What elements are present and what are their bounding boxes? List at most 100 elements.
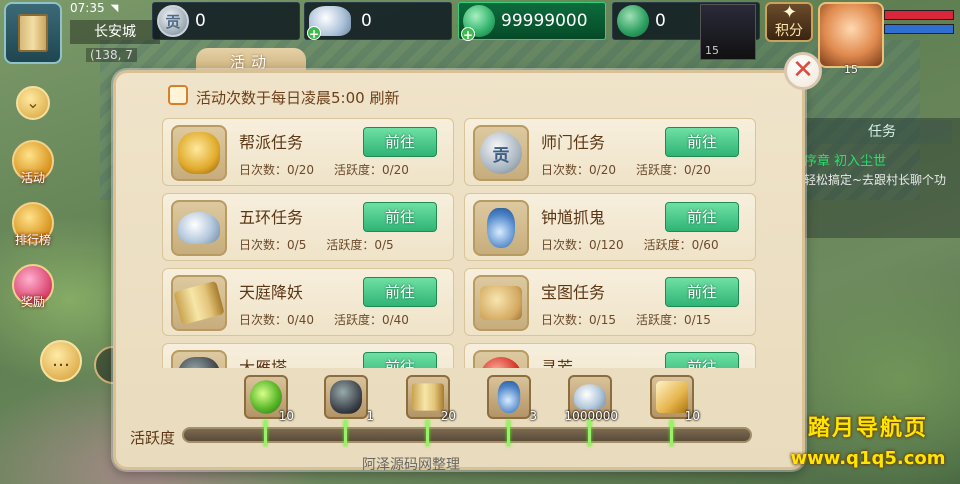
- silver-ingot-icon: [178, 212, 220, 244]
- vitality-tick: [670, 420, 673, 446]
- activity-menu-button[interactable]: 活动: [8, 132, 58, 185]
- reward-chest[interactable]: 20: [406, 375, 456, 423]
- vitality-count-label: 活跃度：: [326, 238, 375, 252]
- silver-value: 0: [361, 11, 372, 31]
- vitality-count-value: 0/20: [683, 163, 711, 177]
- locked-jade-icon: [617, 5, 649, 37]
- map-scroll-icon: [18, 14, 48, 52]
- vitality-count-value: 0/40: [381, 313, 409, 327]
- vitality-count-value: 0/20: [381, 163, 409, 177]
- vitality-count-value: 0/15: [683, 313, 711, 327]
- activity-name: 钟馗抓鬼: [541, 208, 606, 227]
- daily-count-label: 日次数：: [239, 163, 288, 177]
- quest-title[interactable]: 序章 初入尘世: [804, 150, 886, 169]
- go-button[interactable]: 前往: [363, 277, 437, 307]
- go-button[interactable]: 前往: [665, 352, 739, 368]
- hp-bar: [884, 10, 954, 20]
- world-map-button[interactable]: [4, 2, 62, 64]
- reward-chest[interactable]: 1: [324, 375, 374, 423]
- reward-count: 1: [366, 409, 374, 423]
- daily-count-value: 0/120: [589, 238, 624, 252]
- city-name: 长安城: [70, 20, 160, 44]
- vitality-label: 活跃度: [130, 429, 176, 447]
- jade-icon: +: [461, 5, 495, 42]
- watermark: 踏月导航页 www.q1q5.com: [776, 410, 960, 484]
- reward-count: 1000000: [564, 409, 618, 423]
- activity-icon-frame[interactable]: 贡: [473, 125, 529, 181]
- vitality-progress-bar: [182, 427, 752, 443]
- activity-icon-frame[interactable]: [473, 350, 529, 368]
- activity-icon-frame[interactable]: [473, 275, 529, 331]
- daily-count-value: 0/15: [589, 313, 616, 327]
- vitality-count: 活跃度：0/5: [326, 236, 393, 253]
- go-button[interactable]: 前往: [363, 202, 437, 232]
- reward-chest[interactable]: 10: [244, 375, 294, 423]
- vitality-count-label: 活跃度：: [643, 238, 692, 252]
- activity-icon-frame[interactable]: [171, 275, 227, 331]
- reward-count: 3: [529, 409, 537, 423]
- add-jade-icon[interactable]: +: [461, 27, 475, 42]
- daily-count-value: 0/40: [287, 313, 314, 327]
- trophy-icon: [656, 381, 688, 413]
- dark-armor-icon: [178, 357, 220, 368]
- activity-card: 寻芳 前往 日次数： 活跃度：: [464, 343, 756, 368]
- activity-icon-frame[interactable]: [171, 125, 227, 181]
- contribution-coin-icon: 贡: [480, 132, 522, 174]
- close-button[interactable]: ✕: [784, 52, 822, 90]
- activity-card: 钟馗抓鬼 前往 日次数：0/120 活跃度：0/60: [464, 193, 756, 261]
- vitality-count: 活跃度：0/20: [636, 161, 711, 178]
- contribution-currency: 贡 0: [152, 2, 300, 40]
- go-button[interactable]: 前往: [665, 277, 739, 307]
- ranking-menu-button[interactable]: 排行榜: [8, 194, 58, 247]
- activity-icon-frame[interactable]: [171, 350, 227, 368]
- daily-count-label: 日次数：: [239, 313, 288, 327]
- vitality-count-label: 活跃度：: [333, 163, 382, 177]
- vitality-count-value: 0/5: [374, 238, 394, 252]
- plant-vase-icon: [497, 381, 521, 413]
- activity-name: 五环任务: [239, 208, 304, 227]
- gold-ingot-icon: [178, 132, 220, 174]
- go-button[interactable]: 前往: [363, 352, 437, 368]
- add-silver-icon[interactable]: +: [307, 26, 321, 41]
- refresh-hint: 活动次数于每日凌晨5:00 刷新: [196, 89, 400, 107]
- go-button[interactable]: 前往: [665, 127, 739, 157]
- close-icon: ✕: [792, 55, 814, 85]
- activity-name: 师门任务: [541, 133, 606, 152]
- daily-count: 日次数：0/15: [541, 311, 616, 328]
- player-avatar[interactable]: 15: [818, 2, 884, 76]
- reward-menu-label: 奖励: [20, 295, 45, 309]
- daily-count-value: 0/20: [287, 163, 314, 177]
- task-tab[interactable]: 任务: [812, 120, 952, 144]
- pet-portrait[interactable]: 15: [700, 4, 756, 60]
- reward-count: 10: [278, 409, 294, 423]
- quest-description[interactable]: 轻松搞定~去跟村长聊个功: [804, 172, 954, 188]
- activity-card: 贡 师门任务 前往 日次数：0/20 活跃度：0/20: [464, 118, 756, 186]
- activity-stats: 日次数：0/5 活跃度：0/5: [239, 236, 394, 253]
- activity-icon-frame[interactable]: [473, 200, 529, 256]
- activity-icon-frame[interactable]: [171, 200, 227, 256]
- reward-chest[interactable]: 1000000: [565, 375, 618, 423]
- vitality-tick: [588, 420, 591, 446]
- daily-count-value: 0/5: [287, 238, 307, 252]
- daily-count: 日次数：0/20: [239, 161, 314, 178]
- activity-name: 寻芳: [541, 358, 574, 368]
- wifi-icon: ◥: [110, 2, 119, 14]
- activity-stats: 日次数：0/20 活跃度：0/20: [239, 161, 409, 178]
- reward-menu-button[interactable]: 奖励: [8, 256, 58, 309]
- points-button[interactable]: ✦ 积分: [765, 2, 813, 42]
- go-button[interactable]: 前往: [363, 127, 437, 157]
- green-orb-icon: [250, 380, 282, 414]
- status-bars: [884, 10, 954, 38]
- time-text: 07:35: [70, 1, 105, 15]
- collapse-menu-button[interactable]: ⌄: [16, 86, 50, 120]
- locked-jade-value: 0: [655, 11, 666, 31]
- activity-card: 宝图任务 前往 日次数：0/15 活跃度：0/15: [464, 268, 756, 336]
- chat-button[interactable]: …: [40, 340, 82, 382]
- chevron-down-icon: ⌄: [26, 93, 40, 112]
- reward-chest[interactable]: 3: [487, 375, 537, 423]
- reward-chest[interactable]: 10: [650, 375, 700, 423]
- activity-card: 帮派任务 前往 日次数：0/20 活跃度：0/20: [162, 118, 454, 186]
- go-button[interactable]: 前往: [665, 202, 739, 232]
- clock: 07:35 ◥: [70, 1, 118, 15]
- reward-count: 10: [684, 409, 700, 423]
